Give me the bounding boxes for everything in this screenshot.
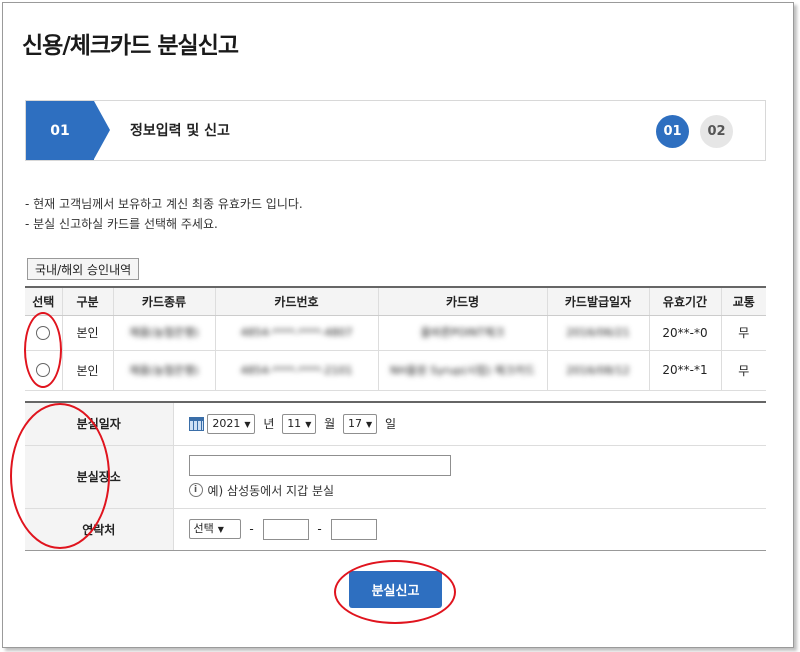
phone-dash: - [317, 522, 322, 536]
cell-card-kind: 채움(농협은행) [112, 315, 215, 351]
header-transit: 교통 [720, 286, 766, 316]
phone-prefix-select[interactable]: 선택 ▼ [188, 519, 241, 539]
header-select: 선택 [25, 286, 62, 316]
day-select[interactable]: 17 ▼ [343, 413, 378, 434]
step-bar: 01 정보입력 및 신고 01 02 [25, 100, 766, 161]
approval-history-button[interactable]: 국내/해외 승인내역 [27, 258, 140, 280]
chevron-down-icon: ▼ [217, 525, 224, 534]
note-line: - 분실 신고하실 카드를 선택해 주세요. [25, 217, 218, 231]
step-indicator-1: 01 [656, 115, 689, 148]
year-unit: 년 [263, 417, 275, 432]
info-icon: i [188, 483, 203, 497]
month-unit: 월 [324, 417, 336, 432]
phone-dash: - [249, 522, 254, 536]
cell-issue-date: 2016/06/21 [546, 315, 649, 351]
form-row-date: 분실일자 2021 ▼ 년 11 ▼ 월 17 ▼ 일 [25, 402, 766, 446]
month-select[interactable]: 11 ▼ [282, 413, 317, 434]
phone-middle-input[interactable] [262, 518, 309, 540]
note-line: - 현재 고객님께서 보유하고 계신 최종 유효카드 입니다. [25, 197, 303, 211]
cell-card-kind: 채움(농협은행) [112, 350, 215, 391]
cell-type: 본인 [61, 315, 113, 351]
page-title: 신용/체크카드 분실신고 [22, 33, 239, 59]
annotation-ring-radios [24, 312, 62, 388]
cell-expiry: 20**-*0 [648, 315, 721, 351]
cell-card-number: 4854-****-****-4807 [214, 315, 378, 351]
calendar-icon[interactable] [188, 416, 204, 431]
place-hint-text: 예) 삼성동에서 지갑 분실 [207, 483, 335, 498]
chevron-down-icon: ▼ [366, 419, 373, 429]
cell-card-name: NH올원 Syrup(시럽) 체크카드 [377, 350, 547, 391]
table-row: 본인 채움(농협은행) 4854-****-****-2101 NH올원 Syr… [25, 350, 766, 391]
step-title: 정보입력 및 신고 [130, 123, 230, 139]
current-step-badge: 01 [26, 101, 94, 160]
cell-issue-date: 2016/08/12 [546, 350, 649, 391]
phone-last-input[interactable] [330, 518, 377, 540]
place-input[interactable] [188, 454, 451, 476]
header-card-name: 카드명 [377, 286, 547, 316]
annotation-ring-submit [334, 560, 456, 624]
step-indicator-2: 02 [700, 115, 733, 148]
chevron-down-icon: ▼ [305, 419, 312, 429]
cell-card-number: 4854-****-****-2101 [214, 350, 378, 391]
day-unit: 일 [385, 417, 397, 432]
header-type: 구분 [61, 286, 113, 316]
year-select[interactable]: 2021 ▼ [207, 413, 256, 434]
header-expiry: 유효기간 [648, 286, 721, 316]
cell-type: 본인 [61, 350, 113, 391]
form-row-contact: 연락처 선택 ▼ - - [25, 508, 766, 551]
header-card-kind: 카드종류 [112, 286, 215, 316]
header-card-number: 카드번호 [214, 286, 378, 316]
cell-expiry: 20**-*1 [648, 350, 721, 391]
cell-transit: 무 [720, 315, 766, 351]
card-table: 선택 구분 카드종류 카드번호 카드명 카드발급일자 유효기간 교통 본인 채움… [25, 286, 766, 391]
chevron-down-icon: ▼ [244, 419, 251, 429]
step-arrow [94, 101, 110, 159]
cell-card-name: 올바른POINT체크 [377, 315, 547, 351]
place-hint: i 예) 삼성동에서 지갑 분실 [188, 482, 767, 499]
table-row: 본인 채움(농협은행) 4854-****-****-4807 올바른POINT… [25, 315, 766, 351]
loss-report-form: 분실일자 2021 ▼ 년 11 ▼ 월 17 ▼ 일 분실장소 i 예) 삼성동에서… [25, 401, 766, 551]
cell-transit: 무 [720, 350, 766, 391]
header-issue-date: 카드발급일자 [546, 286, 649, 316]
instructions: - 현재 고객님께서 보유하고 계신 최종 유효카드 입니다. - 분실 신고하… [25, 194, 303, 234]
annotation-ring-form-labels [10, 403, 110, 549]
form-row-place: 분실장소 i 예) 삼성동에서 지갑 분실 [25, 445, 767, 509]
